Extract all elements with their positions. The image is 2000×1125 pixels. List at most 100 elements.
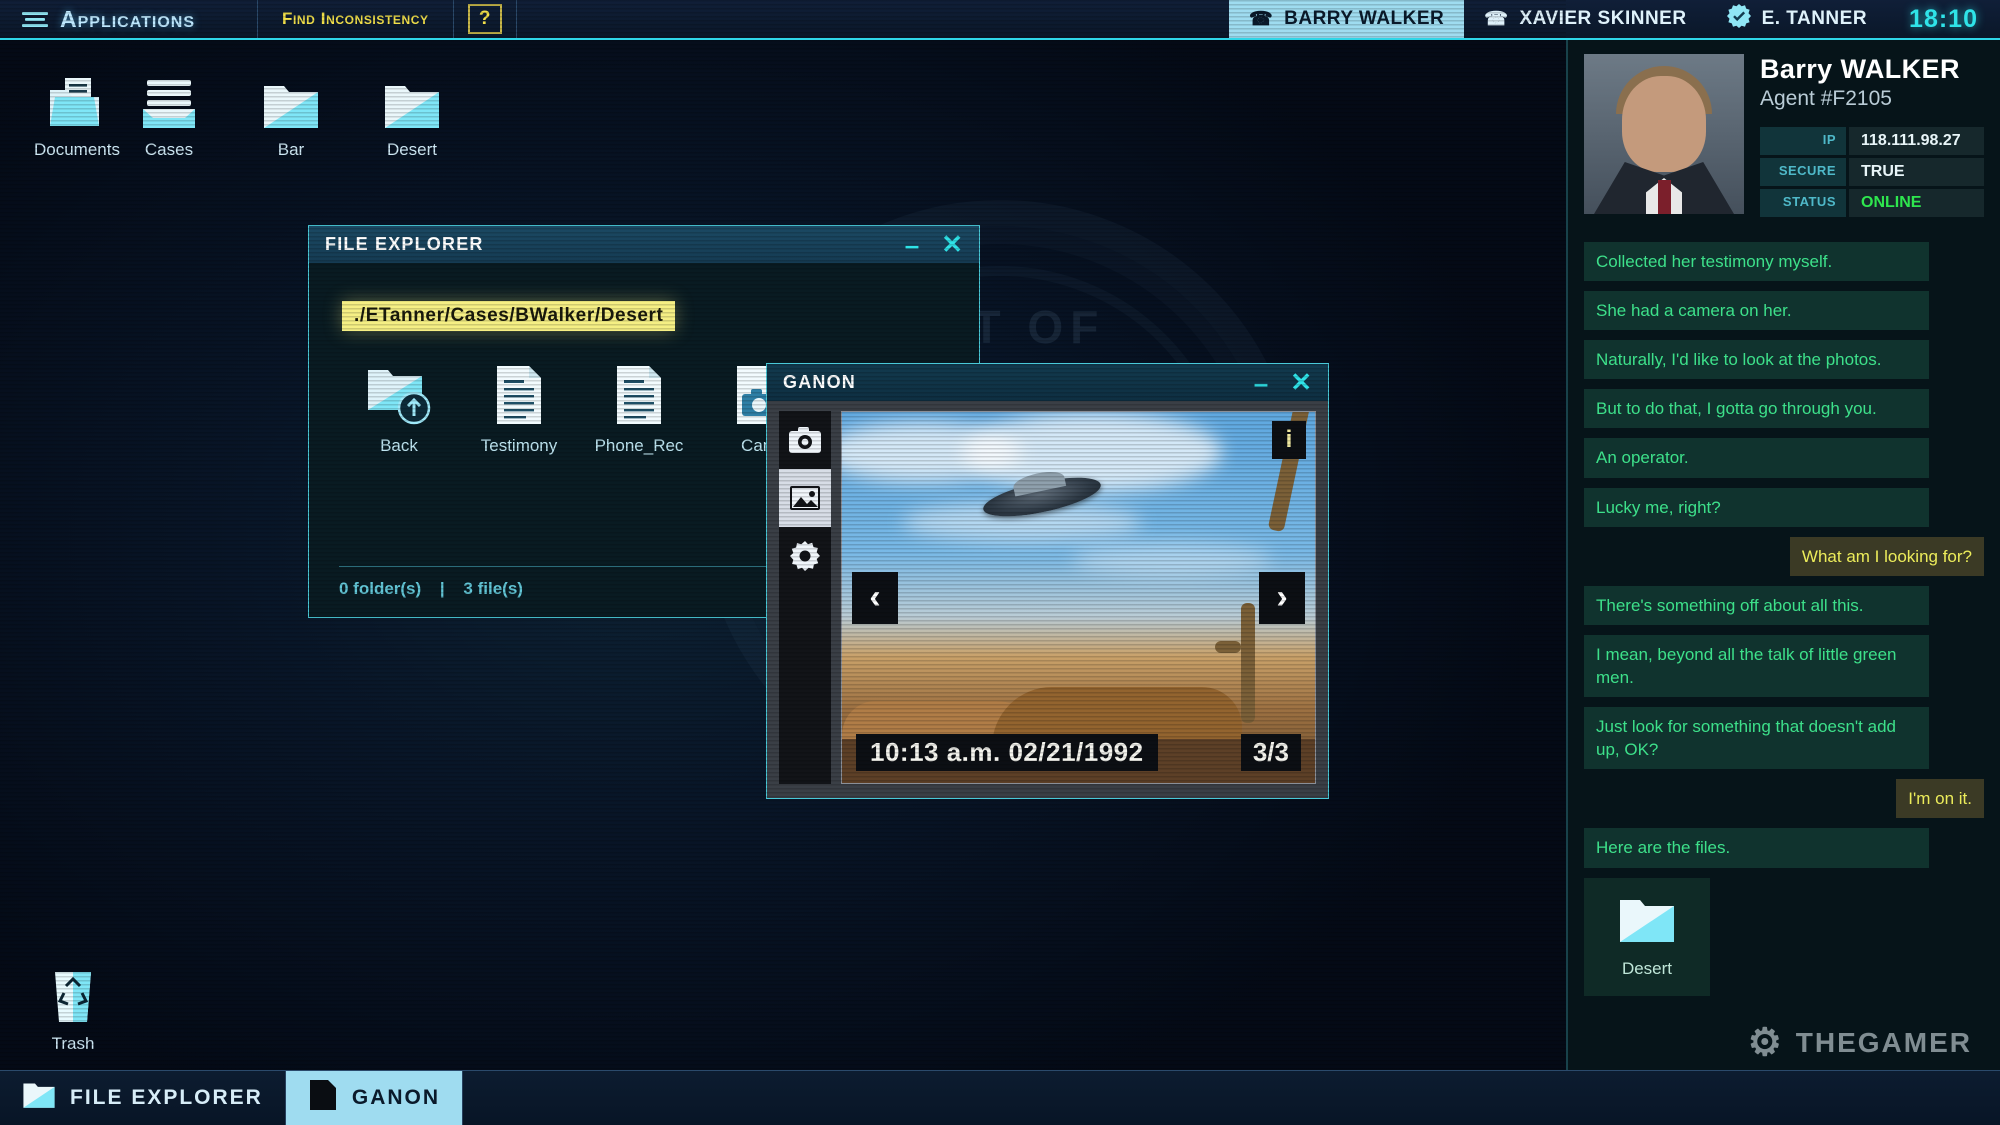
desktop-icon-label: Desert: [386, 140, 438, 159]
chat-message: Here are the files.: [1584, 828, 1929, 868]
field-value: 118.111.98.27: [1849, 127, 1984, 155]
file-count: 3 file(s): [463, 579, 523, 598]
field-value: TRUE: [1849, 158, 1984, 186]
gear-icon[interactable]: [779, 527, 831, 585]
ganon-body: i ‹ › 10:13 a.m. 02/21/1992 3/3: [766, 401, 1329, 799]
document-icon: [579, 358, 699, 432]
chat-message: But to do that, I gotta go through you.: [1584, 389, 1929, 429]
taskbar-item-label: GANON: [351, 1086, 441, 1109]
prev-photo-button[interactable]: ‹: [852, 571, 898, 624]
desktop-icon-bar[interactable]: Bar: [232, 66, 350, 160]
field-key: IP: [1760, 127, 1846, 155]
file-item-testimony[interactable]: Testimony: [459, 358, 579, 456]
folder-icon: [232, 66, 350, 132]
phone-icon: ☎: [1484, 8, 1509, 30]
status-separator: |: [439, 579, 445, 598]
file-explorer-titlebar[interactable]: FILE EXPLORER – ✕: [308, 225, 980, 263]
desktop[interactable]: ENT OF Documents Cases Bar Desert Trash …: [0, 0, 1566, 1070]
watermark: ⚙ THEGAMER: [1748, 1020, 1972, 1065]
photo-counter: 3/3: [1240, 734, 1301, 771]
chat-message: There's something off about all this.: [1584, 585, 1929, 625]
status-badge: ONLINE: [1849, 189, 1984, 217]
minimize-icon[interactable]: –: [1254, 370, 1268, 396]
ganon-window[interactable]: GANON – ✕ i ‹ › 10:13 a.m. 02/21/1992 3/…: [766, 363, 1329, 799]
profile-header: Barry WALKER Agent #F2105 IP 118.111.98.…: [1584, 54, 1984, 220]
photo-timestamp: 10:13 a.m. 02/21/1992: [856, 734, 1158, 771]
field-key: SECURE: [1760, 158, 1846, 186]
desktop-icon-desert[interactable]: Desert: [353, 66, 471, 160]
folder-icon: [1618, 894, 1676, 951]
contact-label: XAVIER SKINNER: [1519, 8, 1687, 29]
chat-message: Naturally, I'd like to look at the photo…: [1584, 340, 1929, 380]
photo-viewer[interactable]: i ‹ › 10:13 a.m. 02/21/1992 3/3: [841, 411, 1316, 784]
find-inconsistency-button[interactable]: Find Inconsistency: [258, 0, 454, 38]
file-item-label: Testimony: [480, 436, 558, 455]
gear-icon: ⚙: [1747, 1022, 1784, 1064]
clock: 18:10: [1909, 4, 1978, 33]
hamburger-menu-icon: [22, 11, 48, 27]
taskbar-item-ganon[interactable]: GANON: [285, 1071, 464, 1125]
chat-message: Just look for something that doesn't add…: [1584, 707, 1929, 770]
profile-field-status: STATUS ONLINE: [1760, 189, 1984, 217]
chat-message: What am I looking for?: [1789, 536, 1984, 576]
file-item-phone-rec[interactable]: Phone_Rec: [579, 358, 699, 456]
chat-message: She had a camera on her.: [1584, 291, 1929, 331]
applications-label: Applications: [60, 5, 195, 32]
desktop-icon-trash[interactable]: Trash: [14, 960, 132, 1054]
file-item-label: Phone_Rec: [594, 436, 684, 455]
chat-message: I mean, beyond all the talk of little gr…: [1584, 634, 1929, 698]
avatar: [1584, 54, 1744, 214]
next-photo-button[interactable]: ›: [1259, 571, 1305, 624]
close-icon[interactable]: ✕: [1290, 367, 1312, 398]
chat-attachment-desert[interactable]: Desert: [1584, 877, 1710, 996]
folder-up-icon: [339, 358, 459, 432]
applications-menu-button[interactable]: Applications: [0, 0, 258, 38]
help-icon[interactable]: ?: [467, 4, 502, 34]
minimize-icon[interactable]: –: [905, 232, 919, 258]
watermark-text: THEGAMER: [1795, 1026, 1972, 1058]
profile-field-secure: SECURE TRUE: [1760, 158, 1984, 186]
folder-icon: [22, 1080, 56, 1116]
file-list: Back Testimony Phone_Rec Cam: [339, 358, 819, 456]
chat-message: An operator.: [1584, 438, 1929, 478]
file-item-label: Back: [380, 436, 418, 455]
ganon-title: GANON: [783, 372, 856, 392]
info-button[interactable]: i: [1272, 421, 1306, 459]
path-bar[interactable]: ./ETanner/Cases/BWalker/Desert: [342, 301, 676, 331]
camera-icon[interactable]: [779, 411, 831, 469]
chat-message: Collected her testimony myself.: [1584, 242, 1929, 282]
profile-field-ip: IP 118.111.98.27: [1760, 127, 1984, 155]
contact-detail-panel: Barry WALKER Agent #F2105 IP 118.111.98.…: [1566, 40, 2000, 1125]
contact-e-tanner[interactable]: E. TANNER: [1707, 0, 1887, 38]
phone-icon: ☎: [1248, 8, 1274, 30]
chat-thread: Collected her testimony myself. She had …: [1584, 242, 1984, 996]
contact-xavier-skinner[interactable]: ☎ XAVIER SKINNER: [1464, 0, 1706, 38]
taskbar: FILE EXPLORER GANON: [0, 1070, 2000, 1125]
close-icon[interactable]: ✕: [941, 229, 963, 260]
document-icon: [459, 358, 579, 432]
top-bar: Applications Find Inconsistency ? ☎ BARR…: [0, 0, 2000, 40]
contact-barry-walker[interactable]: ☎ BARRY WALKER: [1228, 0, 1465, 38]
folder-icon: [353, 66, 471, 132]
profile-name: Barry WALKER: [1760, 54, 1960, 84]
desktop-icon-label: Cases: [144, 140, 194, 159]
desktop-icon-label: Bar: [277, 140, 305, 159]
file-tray-icon: [110, 66, 228, 132]
attachment-label: Desert: [1621, 959, 1673, 979]
recycle-bin-icon: [14, 960, 132, 1026]
file-item-back[interactable]: Back: [339, 358, 459, 456]
taskbar-item-file-explorer[interactable]: FILE EXPLORER: [0, 1071, 286, 1125]
profile-agent-id: Agent #F2105: [1760, 87, 1892, 110]
ganon-titlebar[interactable]: GANON – ✕: [766, 363, 1329, 401]
gallery-icon[interactable]: [779, 469, 831, 527]
verified-badge-icon: [1726, 4, 1751, 34]
folder-count: 0 folder(s): [339, 579, 422, 598]
path-value: ./ETanner/Cases/BWalker/Desert: [342, 301, 676, 331]
chat-message: Lucky me, right?: [1584, 487, 1929, 527]
contact-label: BARRY WALKER: [1284, 8, 1445, 29]
camera-app-icon: [308, 1079, 338, 1117]
contact-list: ☎ BARRY WALKER ☎ XAVIER SKINNER E. TANNE…: [1228, 0, 1887, 38]
desktop-icon-label: Trash: [51, 1034, 95, 1053]
field-key: STATUS: [1760, 189, 1846, 217]
desktop-icon-cases[interactable]: Cases: [110, 66, 228, 160]
